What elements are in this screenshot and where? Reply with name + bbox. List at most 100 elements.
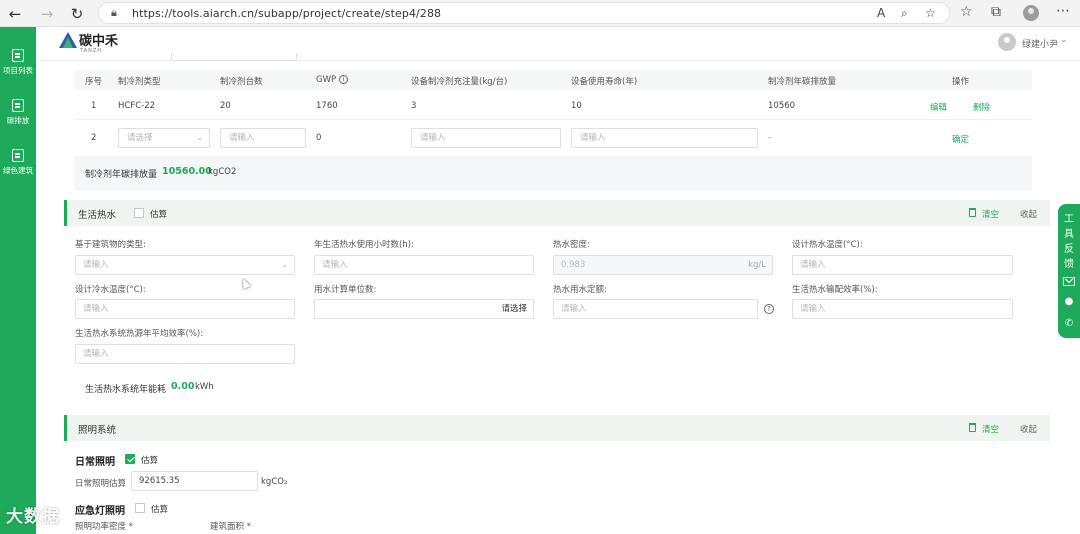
charge-input[interactable]: 请输入	[411, 128, 561, 148]
info-icon[interactable]: i	[339, 75, 349, 84]
column-header: 序号	[85, 77, 103, 87]
trash-icon[interactable]	[969, 208, 976, 217]
clear-button[interactable]: 清空	[982, 423, 999, 435]
confirm-link[interactable]: 确定	[952, 133, 969, 145]
field-label: 日常照明估算	[75, 479, 127, 489]
estimate-label: 估算	[141, 456, 159, 466]
unit-label: kgCO₂	[261, 477, 288, 487]
cell-annual: 10560	[768, 101, 796, 111]
hot-water-estimate-checkbox[interactable]	[134, 208, 144, 218]
heat-source-efficiency-input[interactable]: 请输入	[75, 344, 295, 364]
total-label: 制冷剂年碳排放量	[85, 170, 158, 180]
select-button[interactable]: 请选择	[501, 300, 527, 318]
column-header: 制冷剂年碳排放量	[768, 77, 837, 87]
mail-icon[interactable]	[1063, 277, 1075, 286]
field-label: 用水计算单位数:	[314, 285, 377, 295]
lock-icon: 🔒︎	[111, 6, 117, 19]
field-label: 热水密度:	[553, 240, 590, 250]
cell-gwp: 0	[316, 133, 322, 143]
lighting-section-header: 照明系统 清空 收起	[64, 415, 1050, 441]
collapse-button[interactable]: 收起	[1020, 208, 1037, 220]
daily-lighting-estimate-input[interactable]: 92615.35	[131, 471, 258, 491]
column-header: 制冷剂台数	[220, 77, 263, 87]
emergency-lighting-title: 应急灯照明	[75, 506, 125, 517]
sidebar-item-label: 碳排放	[6, 116, 30, 125]
unit-count-select[interactable]: 请选择	[314, 299, 534, 319]
delete-link[interactable]: 删除	[973, 101, 990, 113]
chevron-down-icon[interactable]: ⌄	[1060, 35, 1068, 45]
distribution-efficiency-input[interactable]: 请输入	[792, 299, 1013, 319]
table-row: 1 HCFC-22 20 1760 3 10 10560 编辑 删除	[74, 90, 1032, 120]
refrigerant-table: 序号 制冷剂类型 制冷剂台数 GWP i 设备制冷剂充注量(kg/台) 设备使用寿…	[74, 70, 1032, 190]
column-header: 制冷剂类型	[118, 77, 161, 87]
column-header: 操作	[952, 77, 970, 87]
lifetime-input[interactable]: 请输入	[571, 128, 758, 148]
daily-lighting-estimate-checkbox[interactable]	[125, 454, 135, 464]
quota-input[interactable]: 请输入	[553, 299, 758, 319]
favorites-icon[interactable]: ☆	[960, 4, 973, 20]
phone-icon[interactable]: ✆	[1063, 318, 1075, 330]
field-label: 建筑面积 *	[210, 522, 251, 532]
help-icon[interactable]: ?	[764, 304, 774, 314]
cell-no: 1	[91, 101, 97, 111]
refrigerant-total: 制冷剂年碳排放量 10560.00 kgCO2	[74, 156, 1032, 190]
sidebar-item-projects[interactable]: 项目列表	[0, 49, 36, 76]
field-label: 基于建筑物的类型:	[75, 240, 146, 250]
field-label: 热水用水定额:	[553, 285, 607, 295]
left-sidebar: 项目列表 碳排放 绿色建筑	[0, 27, 36, 534]
total-value: 10560.00	[162, 166, 212, 177]
hot-water-section-header: 生活热水 估算 清空 收起	[64, 200, 1050, 226]
building-icon	[12, 49, 24, 62]
building-type-select[interactable]: 请输入 ⌄	[75, 255, 295, 275]
cell-count: 20	[220, 101, 231, 111]
table-row-new: 2 请选择 ⌄ 请输入 0 请输入 请输入 - 确定	[74, 120, 1032, 156]
energy-value: 0.00	[171, 381, 195, 392]
estimate-label: 估算	[150, 210, 168, 220]
field-label: 照明功率密度 *	[75, 522, 133, 532]
edit-link[interactable]: 编辑	[930, 101, 947, 113]
cell-life: 10	[571, 101, 582, 111]
design-hot-temp-input[interactable]: 请输入	[792, 255, 1013, 275]
watermark: 大数据	[6, 507, 60, 527]
field-label: 设计冷水温度(°C):	[75, 285, 146, 295]
sidebar-item-green-building[interactable]: 绿色建筑	[0, 149, 36, 176]
sidebar-item-label: 项目列表	[3, 66, 33, 75]
refresh-icon[interactable]: ↻	[67, 4, 87, 24]
total-unit: kgCO2	[208, 167, 237, 177]
emergency-lighting-estimate-checkbox[interactable]	[135, 503, 145, 513]
section-title: 照明系统	[78, 425, 117, 436]
cell-annual: -	[768, 133, 772, 143]
building-icon	[12, 99, 24, 112]
wechat-icon[interactable]: ●	[1063, 296, 1075, 308]
browser-toolbar: ← → ↻ 🔒︎ https://tools.aiarch.cn/subapp/…	[0, 0, 1080, 27]
column-header: 设备制冷剂充注量(kg/台)	[411, 77, 508, 87]
logo-text: 碳中禾	[79, 34, 119, 49]
table-header: 序号 制冷剂类型 制冷剂台数 GWP i 设备制冷剂充注量(kg/台) 设备使用寿…	[74, 70, 1032, 90]
estimate-label: 估算	[151, 505, 169, 515]
refrigerant-count-input[interactable]: 请输入	[220, 128, 306, 148]
field-label: 生活热水系统热源年平均效率(%):	[75, 329, 204, 339]
feedback-tab[interactable]: 工具反馈 ● ✆	[1058, 204, 1080, 338]
refrigerant-type-select[interactable]: 请选择 ⌄	[118, 128, 210, 148]
section-title: 生活热水	[78, 210, 117, 221]
back-arrow-icon[interactable]: ←	[5, 4, 25, 24]
sidebar-item-carbon[interactable]: 碳排放	[0, 99, 36, 126]
user-avatar[interactable]	[998, 33, 1016, 51]
address-bar[interactable]: 🔒︎ https://tools.aiarch.cn/subapp/projec…	[98, 2, 950, 24]
design-cold-temp-input[interactable]: 请输入	[75, 299, 295, 319]
user-name[interactable]: 绿建小尹	[1022, 37, 1058, 50]
collapse-button[interactable]: 收起	[1020, 423, 1037, 435]
collections-icon[interactable]: ⧉	[991, 4, 1001, 20]
trash-icon[interactable]	[969, 423, 976, 432]
profile-icon[interactable]	[1023, 5, 1039, 21]
cell-gwp: 1760	[316, 101, 338, 111]
column-header: 设备使用寿命(年)	[571, 77, 638, 87]
read-aloud-icon[interactable]: A	[877, 6, 885, 20]
cell-charge: 3	[411, 101, 417, 111]
clear-button[interactable]: 清空	[982, 208, 999, 220]
annual-hours-input[interactable]: 请输入	[314, 255, 534, 275]
more-menu-icon[interactable]: ⋯	[1056, 3, 1070, 19]
favorite-add-icon[interactable]: ☆	[925, 6, 936, 20]
zoom-icon[interactable]: ⌕	[901, 6, 908, 21]
forward-arrow-icon[interactable]: →	[37, 4, 57, 24]
